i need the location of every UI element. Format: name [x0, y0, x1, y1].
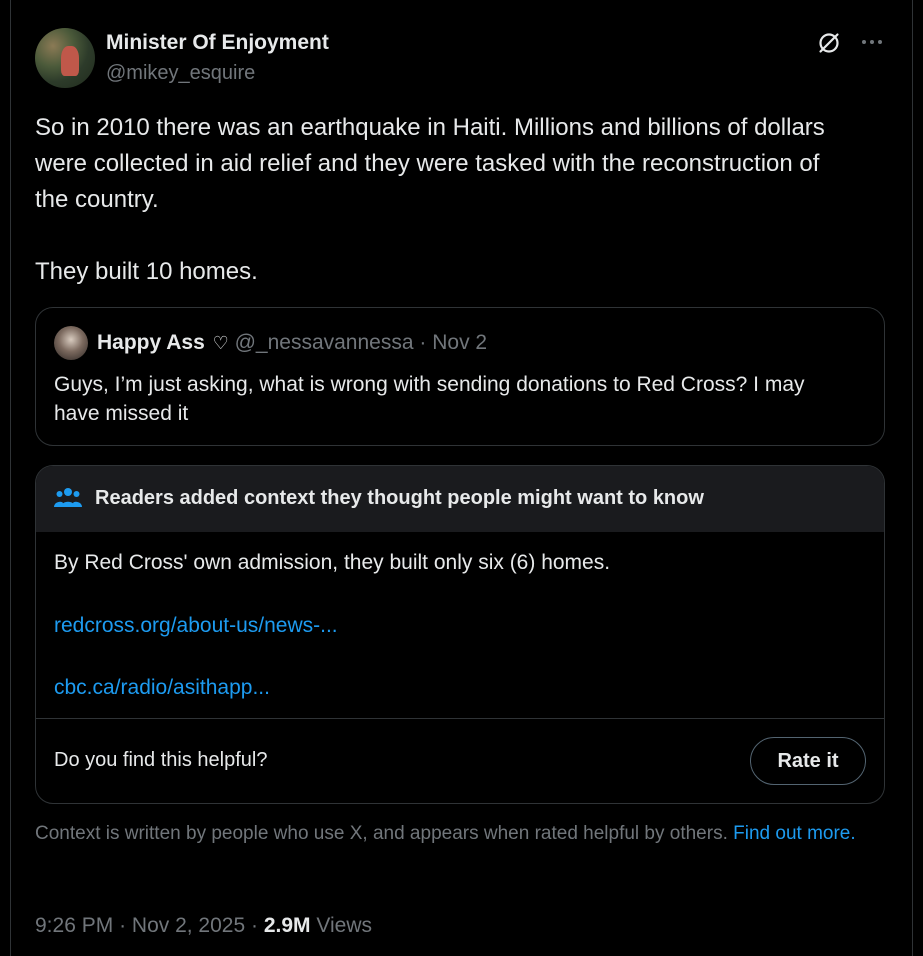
community-note-text: By Red Cross' own admission, they built … — [54, 551, 611, 574]
divider — [36, 718, 884, 719]
people-icon — [54, 488, 82, 507]
quoted-post-date: Nov 2 — [432, 331, 488, 354]
context-footer: Context is written by people who use X, … — [35, 821, 885, 847]
context-footer-text: Context is written by people who use X, … — [35, 823, 728, 844]
post-time[interactable]: 9:26 PM — [35, 914, 113, 937]
community-note-link[interactable]: redcross.org/about-us/news-... — [54, 614, 338, 638]
quoted-post-text: Guys, I’m just asking, what is wrong wit… — [54, 373, 805, 425]
community-note-title: Readers added context they thought peopl… — [95, 487, 704, 509]
author-name[interactable]: Minister Of Enjoyment — [106, 31, 329, 55]
views-label: Views — [316, 914, 373, 937]
quoted-author-avatar — [54, 326, 88, 360]
heart-icon: ♡ — [212, 333, 229, 353]
views-count: 2.9M — [263, 914, 311, 937]
more-horizontal-icon[interactable] — [859, 30, 885, 54]
community-note-link[interactable]: cbc.ca/radio/asithapp... — [54, 676, 270, 700]
community-note: Readers added context they thought peopl… — [35, 465, 885, 804]
community-note-header: Readers added context they thought peopl… — [36, 466, 884, 532]
separator-dot: · — [119, 914, 127, 937]
quoted-post[interactable]: Happy Ass ♡ @_nessavannessa · Nov 2 Guys… — [35, 307, 885, 446]
post-paragraph: They built 10 homes. — [35, 258, 258, 285]
author-avatar[interactable] — [35, 28, 95, 88]
post-paragraph: So in 2010 there was an earthquake in Ha… — [35, 114, 825, 213]
post-metadata: 9:26 PM · Nov 2, 2025 · 2.9M Views — [35, 914, 372, 938]
helpful-question: Do you find this helpful? — [54, 749, 268, 771]
rate-it-button[interactable]: Rate it — [750, 737, 866, 785]
grok-slash-circle-icon[interactable] — [817, 31, 841, 55]
quoted-author-handle: @_nessavannessa — [234, 331, 414, 354]
post: Minister Of Enjoyment @mikey_esquire So … — [10, 0, 913, 956]
separator-dot: · — [419, 331, 427, 354]
post-text: So in 2010 there was an earthquake in Ha… — [35, 110, 835, 290]
quoted-post-header: Happy Ass ♡ @_nessavannessa · Nov 2 — [97, 331, 487, 355]
post-date[interactable]: Nov 2, 2025 — [132, 914, 245, 937]
quoted-author-name: Happy Ass — [97, 331, 205, 354]
find-out-more-link[interactable]: Find out more. — [733, 823, 856, 844]
separator-dot: · — [251, 914, 258, 937]
author-handle[interactable]: @mikey_esquire — [106, 62, 255, 85]
